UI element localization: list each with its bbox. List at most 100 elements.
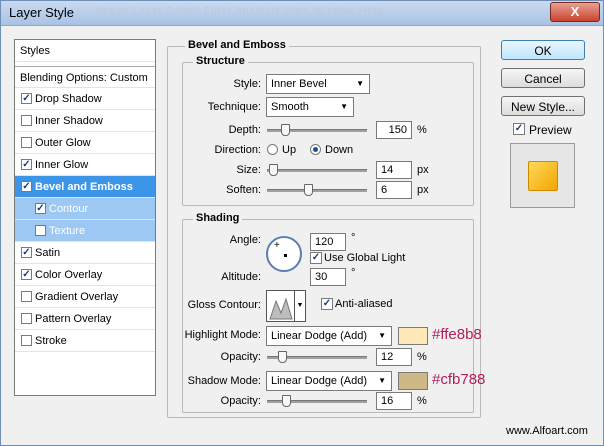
style-item-drop-shadow[interactable]: ✓ Drop Shadow xyxy=(15,88,155,110)
style-item-texture[interactable]: Texture xyxy=(15,220,155,242)
style-item-outer-glow[interactable]: Outer Glow xyxy=(15,132,155,154)
depth-slider-thumb[interactable] xyxy=(281,124,290,136)
anti-aliased-label: Anti-aliased xyxy=(335,298,393,310)
style-item-inner-glow[interactable]: ✓ Inner Glow xyxy=(15,154,155,176)
style-item-label: Texture xyxy=(49,225,86,237)
shading-title: Shading xyxy=(193,212,243,224)
size-field[interactable]: 14 xyxy=(376,161,412,179)
highlight-mode-dropdown[interactable]: Linear Dodge (Add) ▼ xyxy=(266,326,392,346)
style-item-checkbox[interactable] xyxy=(35,225,46,236)
size-unit: px xyxy=(417,164,429,176)
soften-unit: px xyxy=(417,184,429,196)
soften-field[interactable]: 6 xyxy=(376,181,412,199)
style-item-color-overlay[interactable]: ✓ Color Overlay xyxy=(15,264,155,286)
bevel-emboss-title: Bevel and Emboss xyxy=(185,39,289,51)
style-item-label: Drop Shadow xyxy=(35,93,102,105)
highlight-mode-label: Highlight Mode: xyxy=(184,329,261,341)
style-item-checkbox[interactable]: ✓ xyxy=(21,269,32,280)
style-item-label: Stroke xyxy=(35,335,67,347)
style-item-pattern-overlay[interactable]: Pattern Overlay xyxy=(15,308,155,330)
chevron-down-icon: ▼ xyxy=(378,331,386,340)
shadow-color-swatch[interactable] xyxy=(398,372,428,390)
style-item-checkbox[interactable]: ✓ xyxy=(21,159,32,170)
chevron-down-icon[interactable]: ▼ xyxy=(294,291,305,321)
chevron-down-icon: ▼ xyxy=(340,102,348,111)
crosshair-icon: + xyxy=(274,240,280,251)
gloss-contour-label: Gloss Contour: xyxy=(187,299,261,311)
watermark: www.Alfoart.com xyxy=(506,425,588,437)
style-item-checkbox[interactable] xyxy=(21,291,32,302)
chevron-down-icon: ▼ xyxy=(378,376,386,385)
structure-title: Structure xyxy=(193,55,248,67)
style-item-stroke[interactable]: Stroke xyxy=(15,330,155,352)
size-slider-thumb[interactable] xyxy=(269,164,278,176)
global-light-checkbox[interactable]: ✓ xyxy=(310,252,322,264)
style-item-checkbox[interactable] xyxy=(21,137,32,148)
style-item-checkbox[interactable] xyxy=(21,335,32,346)
style-item-label: Inner Glow xyxy=(35,159,89,171)
size-slider[interactable] xyxy=(267,164,367,176)
style-item-bevel-and-emboss[interactable]: ✓ Bevel and Emboss xyxy=(15,176,155,198)
technique-dropdown[interactable]: Smooth ▼ xyxy=(266,97,354,117)
direction-down-label: Down xyxy=(325,144,354,156)
ok-button[interactable]: OK xyxy=(501,40,585,60)
style-label: Style: xyxy=(233,78,261,90)
style-item-label: Inner Shadow xyxy=(35,115,103,127)
style-item-contour[interactable]: ✓ Contour xyxy=(15,198,155,220)
highlight-color-swatch[interactable] xyxy=(398,327,428,345)
style-item-label: Satin xyxy=(35,247,61,259)
style-item-inner-shadow[interactable]: Inner Shadow xyxy=(15,110,155,132)
background-menu-ghost: Image Layer Select Filter Analysis View … xyxy=(96,6,384,17)
highlight-opacity-unit: % xyxy=(417,351,427,363)
depth-field[interactable]: 150 xyxy=(376,121,412,139)
direction-down-radio[interactable] xyxy=(310,144,321,155)
style-item-label: Outer Glow xyxy=(35,137,91,149)
style-item-checkbox[interactable] xyxy=(21,313,32,324)
anti-aliased-checkbox[interactable]: ✓ xyxy=(321,298,333,310)
contour-curve-icon xyxy=(269,297,293,320)
close-button[interactable]: X xyxy=(550,2,600,22)
shadow-opacity-slider[interactable] xyxy=(267,395,367,407)
angle-dial[interactable]: + xyxy=(266,236,302,272)
depth-slider[interactable] xyxy=(267,124,367,136)
altitude-field[interactable]: 30 xyxy=(310,268,346,286)
angle-label: Angle: xyxy=(229,234,261,246)
style-item-checkbox[interactable]: ✓ xyxy=(21,93,32,104)
layer-style-dialog: Layer Style Image Layer Select Filter An… xyxy=(0,0,604,446)
new-style-button[interactable]: New Style... xyxy=(501,96,585,116)
style-item-label: Color Overlay xyxy=(35,269,103,281)
blending-options-item[interactable]: Blending Options: Custom xyxy=(15,66,155,88)
highlight-opacity-slider[interactable] xyxy=(267,351,367,363)
direction-up-label: Up xyxy=(282,144,297,156)
style-item-label: Gradient Overlay xyxy=(35,291,119,303)
depth-label: Depth: xyxy=(228,124,261,136)
shadow-opacity-thumb[interactable] xyxy=(282,395,291,407)
style-item-checkbox[interactable] xyxy=(21,115,32,126)
angle-dial-center xyxy=(284,254,287,257)
style-dropdown[interactable]: Inner Bevel ▼ xyxy=(266,74,370,94)
style-item-gradient-overlay[interactable]: Gradient Overlay xyxy=(15,286,155,308)
shadow-mode-label: Shadow Mode: xyxy=(187,375,261,387)
style-item-checkbox[interactable]: ✓ xyxy=(21,247,32,258)
title-bar[interactable]: Layer Style Image Layer Select Filter An… xyxy=(1,1,603,26)
soften-slider-thumb[interactable] xyxy=(304,184,313,196)
gloss-contour-picker[interactable]: ▼ xyxy=(266,290,306,322)
highlight-hex-annotation: #ffe8b8 xyxy=(432,326,482,343)
direction-up-radio[interactable] xyxy=(267,144,278,155)
style-item-checkbox[interactable]: ✓ xyxy=(21,181,32,192)
angle-field[interactable]: 120 xyxy=(310,233,346,251)
angle-unit: ° xyxy=(351,232,356,244)
cancel-button[interactable]: Cancel xyxy=(501,68,585,88)
shadow-mode-dropdown[interactable]: Linear Dodge (Add) ▼ xyxy=(266,371,392,391)
soften-slider[interactable] xyxy=(267,184,367,196)
size-label: Size: xyxy=(236,164,261,176)
highlight-opacity-field[interactable]: 12 xyxy=(376,348,412,366)
style-item-checkbox[interactable]: ✓ xyxy=(35,203,46,214)
highlight-opacity-thumb[interactable] xyxy=(278,351,287,363)
altitude-label: Altitude: xyxy=(221,271,261,283)
styles-header[interactable]: Styles xyxy=(15,40,155,62)
preview-swatch xyxy=(528,161,558,191)
preview-checkbox[interactable]: ✓ xyxy=(513,123,525,135)
style-item-satin[interactable]: ✓ Satin xyxy=(15,242,155,264)
shadow-opacity-field[interactable]: 16 xyxy=(376,392,412,410)
